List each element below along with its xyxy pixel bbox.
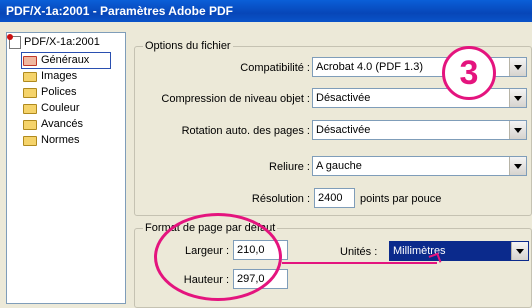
folder-icon [23, 136, 37, 146]
settings-tree[interactable]: PDF/X-1a:2001 Généraux Images Polices Co… [6, 32, 126, 304]
chevron-down-icon[interactable] [511, 242, 528, 260]
chevron-down-icon[interactable] [509, 89, 526, 107]
rotation-label: Rotation auto. des pages : [181, 125, 310, 137]
folder-icon [23, 72, 37, 82]
open-folder-icon [23, 56, 37, 66]
unites-label: Unités : [340, 246, 378, 258]
compatibilite-label: Compatibilité : [240, 62, 310, 74]
tree-item-label: Normes [41, 134, 80, 146]
folder-icon [23, 88, 37, 98]
annotation-badge: 3 [442, 46, 496, 100]
reliure-label: Reliure : [269, 161, 310, 173]
compression-label: Compression de niveau objet : [161, 93, 310, 105]
pdf-document-icon [7, 34, 21, 49]
compatibilite-value: Acrobat 4.0 (PDF 1.3) [316, 61, 423, 73]
resolution-value: 2400 [318, 192, 343, 204]
compression-select[interactable]: Désactivée [312, 88, 527, 108]
window-title: PDF/X-1a:2001 - Paramètres Adobe PDF [6, 4, 233, 18]
tree-item-label: Couleur [41, 102, 80, 114]
resolution-input[interactable]: 2400 [314, 188, 355, 208]
tree-root-label: PDF/X-1a:2001 [24, 36, 100, 48]
chevron-down-icon[interactable] [509, 121, 526, 139]
compression-value: Désactivée [316, 92, 371, 104]
folder-icon [23, 104, 37, 114]
resolution-label: Résolution : [251, 193, 310, 205]
annotation-connector-line [282, 262, 437, 264]
tree-item-label: Avancés [41, 118, 83, 130]
tree-item-label: Images [41, 70, 78, 82]
chevron-down-icon[interactable] [509, 58, 526, 76]
rotation-value: Désactivée [316, 124, 371, 136]
resolution-unit: points par pouce [360, 193, 442, 205]
chevron-down-icon[interactable] [509, 157, 526, 175]
tree-item-label: Généraux [41, 54, 90, 66]
group-title: Options du fichier [143, 40, 233, 52]
rotation-select[interactable]: Désactivée [312, 120, 527, 140]
annotation-number: 3 [459, 54, 479, 92]
unites-select[interactable]: Millimètres [389, 241, 529, 261]
window-title-bar: PDF/X-1a:2001 - Paramètres Adobe PDF [0, 0, 532, 22]
reliure-value: A gauche [316, 160, 362, 172]
folder-icon [23, 120, 37, 130]
annotation-ring [154, 213, 282, 301]
reliure-select[interactable]: A gauche [312, 156, 527, 176]
tree-item-label: Polices [41, 86, 77, 98]
